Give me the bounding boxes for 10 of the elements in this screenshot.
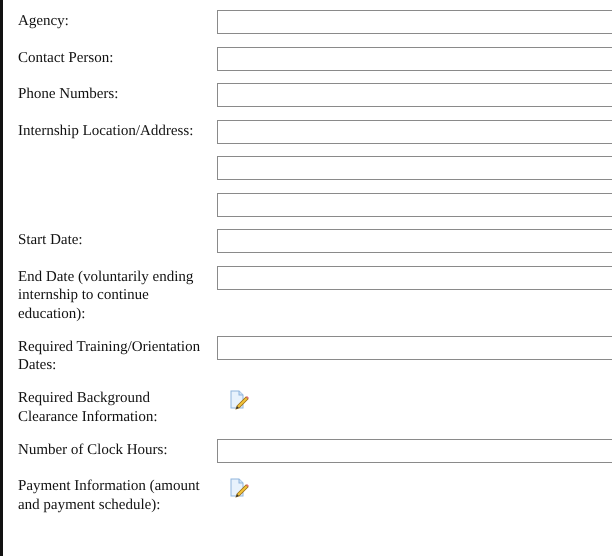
field-label: Start Date: (18, 231, 84, 250)
field-label: Agency: (18, 12, 70, 30)
field-label: Payment Information (amount and payment schedule): (18, 477, 201, 514)
field-label: Contact Person: (18, 48, 114, 67)
field-label: End Date (voluntarily ending internship to continue education): (18, 268, 194, 323)
field-label: Internship Location/Address: (18, 122, 194, 140)
field-label: Required Background Clearance Information: (18, 389, 159, 426)
field-label: Required Training/Orientation Dates: (18, 338, 202, 374)
field-label: Phone Numbers: (18, 85, 120, 104)
field-label: Number of Clock Hours: (18, 440, 169, 459)
